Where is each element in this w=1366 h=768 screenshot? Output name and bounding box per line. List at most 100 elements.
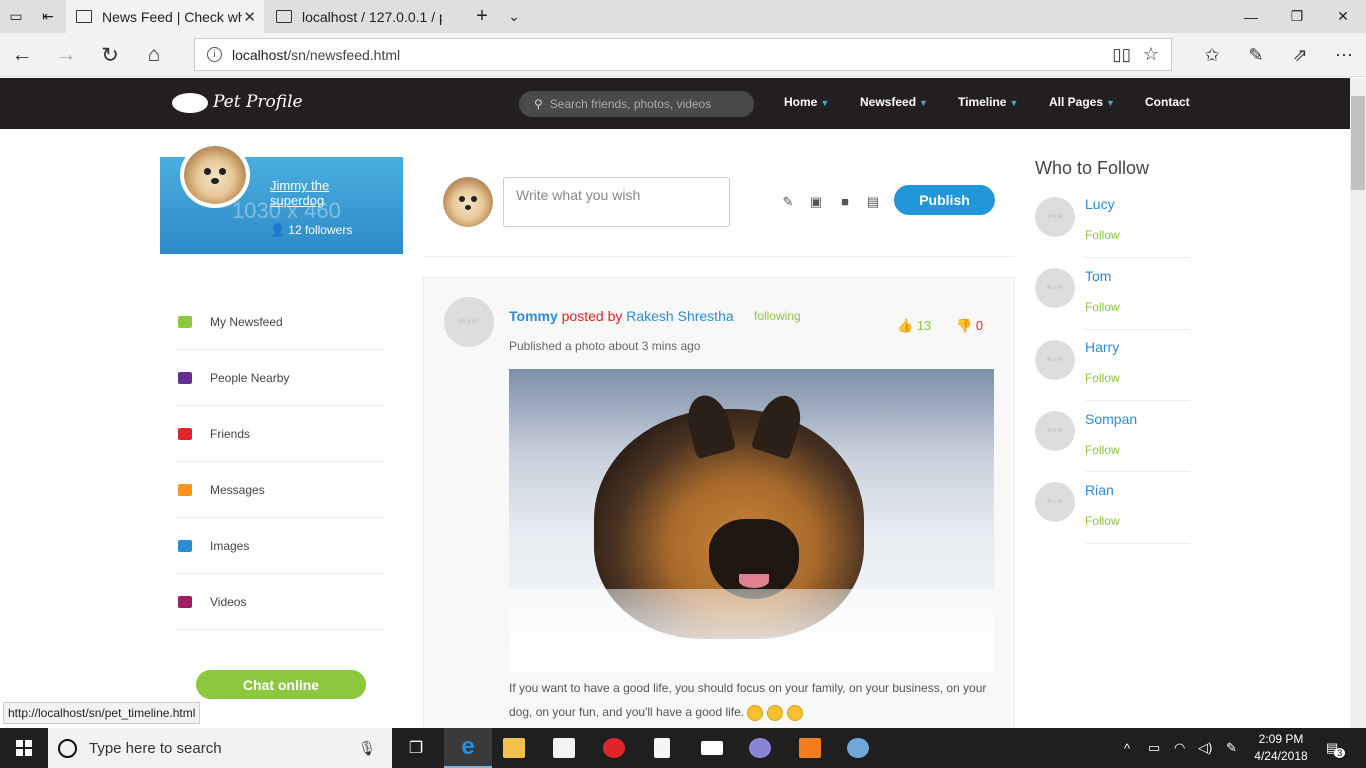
mail-icon[interactable] — [688, 728, 736, 768]
menu-contact[interactable]: Contact — [1145, 95, 1190, 109]
follow-button[interactable]: Follow — [1085, 300, 1120, 314]
set-aside-tabs-icon[interactable]: ⇤ — [32, 0, 64, 33]
tab-manager-icon[interactable]: ▭ — [0, 0, 32, 33]
profile-avatar[interactable] — [180, 142, 250, 208]
follow-avatar[interactable]: 40 x 40 — [1035, 482, 1075, 522]
minimize-button[interactable]: — — [1228, 0, 1274, 33]
xampp-icon[interactable] — [786, 728, 834, 768]
taskbar-clock[interactable]: 2:09 PM 4/24/2018 — [1250, 731, 1312, 765]
follow-button[interactable]: Follow — [1085, 371, 1120, 385]
menu-home[interactable]: Home ▼ — [784, 95, 829, 109]
battery-icon[interactable]: ▭ — [1148, 728, 1160, 768]
like-button[interactable]: 👍 13 — [897, 318, 931, 334]
status-url-tooltip: http://localhost/sn/pet_timeline.html — [3, 702, 201, 724]
tab-phpmyadmin[interactable]: localhost / 127.0.0.1 / pet_p — [266, 0, 464, 33]
file-explorer-icon[interactable] — [490, 728, 538, 768]
address-bar[interactable]: i localhost/sn/newsfeed.html ▯▯ ☆ — [194, 38, 1172, 71]
close-tab-icon[interactable]: ✕ — [243, 8, 256, 26]
more-icon[interactable]: ⋯ — [1324, 33, 1364, 77]
followers-count: 👤 12 followers — [270, 223, 353, 237]
windows-logo-icon — [16, 740, 32, 756]
sidebar-item-images[interactable]: Images — [178, 518, 383, 574]
post-image[interactable] — [509, 369, 994, 672]
menu-all-pages[interactable]: All Pages ▼ — [1049, 95, 1115, 109]
site-search-input[interactable]: ⚲ Search friends, photos, videos — [519, 91, 754, 117]
favorite-star-icon[interactable]: ☆ — [1143, 44, 1159, 65]
opera-icon[interactable] — [590, 728, 638, 768]
follow-button[interactable]: Follow — [1085, 443, 1120, 457]
web-note-icon[interactable]: ✎ — [1236, 33, 1276, 77]
restore-button[interactable]: ❐ — [1274, 0, 1320, 33]
author-link[interactable]: Rakesh Shrestha — [626, 308, 733, 324]
smile-emoji-icon — [787, 704, 804, 721]
video-icon[interactable]: ■ — [837, 195, 853, 208]
show-hidden-icons-icon[interactable]: ^ — [1124, 728, 1130, 768]
paint-app-icon[interactable] — [834, 728, 882, 768]
sidebar-item-people-nearby[interactable]: People Nearby — [178, 350, 383, 406]
chat-online-button[interactable]: Chat online — [196, 670, 366, 699]
sidebar-item-my-newsfeed[interactable]: My Newsfeed — [178, 294, 383, 350]
home-icon[interactable]: ⌂ — [134, 33, 174, 77]
follow-name-link[interactable]: Harry — [1085, 339, 1119, 355]
microphone-icon[interactable]: 🎙 — [358, 740, 376, 757]
sidebar-item-messages[interactable]: Messages — [178, 462, 383, 518]
follow-button[interactable]: Follow — [1085, 514, 1120, 528]
favorites-hub-icon[interactable]: ✩ — [1192, 33, 1232, 77]
store-icon[interactable] — [540, 728, 588, 768]
sidebar-item-friends[interactable]: Friends — [178, 406, 383, 462]
share-icon[interactable]: ⇗ — [1280, 33, 1320, 77]
url-text: localhost/sn/newsfeed.html — [232, 46, 401, 63]
follow-avatar[interactable]: 40 x 40 — [1035, 268, 1075, 308]
document-app-icon[interactable] — [638, 728, 686, 768]
dislike-button[interactable]: 👎 0 — [956, 318, 983, 334]
back-icon[interactable]: ← — [2, 33, 42, 77]
start-button[interactable] — [0, 728, 48, 768]
wifi-icon[interactable]: ◠ — [1174, 728, 1185, 768]
reading-view-icon[interactable]: ▯▯ — [1112, 45, 1131, 65]
pet-name-link[interactable]: Tommy — [509, 308, 558, 324]
menu-newsfeed[interactable]: Newsfeed ▼ — [860, 95, 928, 109]
chevron-down-icon: ▼ — [820, 98, 830, 108]
site-logo[interactable]: Pet Profile — [172, 92, 303, 113]
edge-app-icon[interactable]: e — [444, 728, 492, 768]
action-center-icon[interactable]: ▤ 3 — [1326, 728, 1346, 768]
info-icon[interactable]: i — [207, 47, 222, 62]
follow-avatar[interactable]: 40 x 40 — [1035, 197, 1075, 237]
pen-workspace-icon[interactable]: ✎ — [1226, 728, 1237, 768]
task-view-icon[interactable]: ❐ — [392, 728, 440, 768]
map-icon[interactable]: ▤ — [865, 195, 881, 208]
publish-button[interactable]: Publish — [894, 185, 995, 215]
composer-avatar — [443, 177, 493, 227]
follow-name-link[interactable]: Lucy — [1085, 196, 1115, 212]
post-textarea[interactable]: Write what you wish — [503, 177, 730, 227]
clock-date: 4/24/2018 — [1254, 749, 1308, 763]
follow-avatar[interactable]: 40 x 40 — [1035, 411, 1075, 451]
clock-time: 2:09 PM — [1258, 732, 1304, 746]
thumbs-up-icon: 👍 — [897, 318, 917, 333]
tab-preview-chevron-icon[interactable]: ⌄ — [498, 0, 530, 33]
cortana-icon — [58, 738, 77, 758]
tab-newsfeed[interactable]: News Feed | Check wha ✕ — [66, 0, 264, 33]
profile-name-link[interactable]: Jimmy the superdog — [270, 178, 370, 208]
sidebar-item-videos[interactable]: Videos — [178, 574, 383, 630]
taskbar-search-input[interactable]: Type here to search 🎙 — [48, 728, 392, 768]
refresh-icon[interactable]: ↻ — [90, 33, 130, 77]
volume-icon[interactable]: ◁) — [1198, 728, 1212, 768]
post-meta: Published a photo about 3 mins ago — [509, 339, 701, 353]
forward-icon[interactable]: → — [46, 33, 86, 77]
follow-button[interactable]: Follow — [1085, 228, 1120, 242]
scrollbar-thumb[interactable] — [1351, 96, 1365, 190]
edit-icon[interactable]: ✎ — [780, 195, 796, 208]
follow-name-link[interactable]: Rian — [1085, 482, 1114, 498]
following-badge[interactable]: following — [754, 309, 801, 323]
menu-timeline[interactable]: Timeline ▼ — [958, 95, 1018, 109]
post-avatar[interactable]: 50 x 50 — [444, 297, 494, 347]
follow-avatar[interactable]: 40 x 40 — [1035, 340, 1075, 380]
torrent-app-icon[interactable] — [736, 728, 784, 768]
image-icon[interactable]: ▣ — [808, 195, 824, 208]
followers-icon: 👤 — [270, 223, 289, 237]
new-tab-icon[interactable]: + — [466, 0, 498, 33]
close-window-button[interactable]: ✕ — [1320, 0, 1366, 33]
follow-name-link[interactable]: Sompan — [1085, 411, 1137, 427]
follow-name-link[interactable]: Tom — [1085, 268, 1111, 284]
